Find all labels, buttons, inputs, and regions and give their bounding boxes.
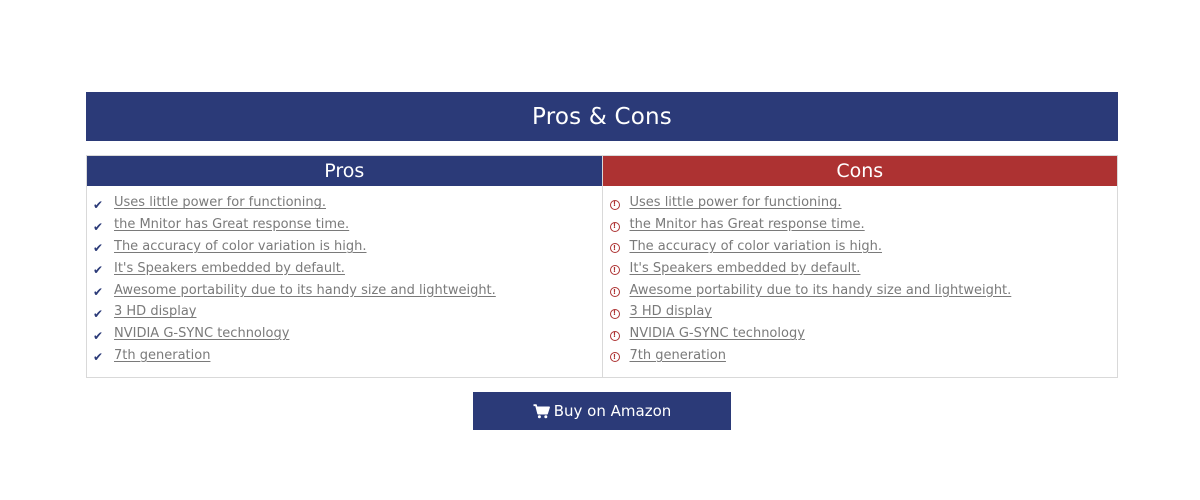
cons-list-item: ! the Mnitor has Great response time. <box>609 214 1118 236</box>
cons-item-link[interactable]: The accuracy of color variation is high. <box>630 239 883 254</box>
cons-list: ! Uses little power for functioning. ! the… <box>603 186 1118 366</box>
warning-circle-icon: ! <box>609 241 630 254</box>
warning-circle-icon: ! <box>609 307 630 319</box>
pros-list-item: ✔ Uses little power for functioning. <box>93 192 602 214</box>
cons-list-item: ! 3 HD display <box>609 301 1118 323</box>
check-icon: ✔ <box>93 219 104 234</box>
pros-item-link[interactable]: Awesome portability due to its handy siz… <box>114 283 496 298</box>
warning-circle-icon: ! <box>609 329 630 341</box>
cons-heading: Cons <box>602 156 1117 186</box>
warning-circle-icon: ! <box>609 350 630 363</box>
cart-icon <box>533 403 550 419</box>
check-icon: ✔ <box>93 197 104 212</box>
cons-item-link[interactable]: It's Speakers embedded by default. <box>630 261 861 276</box>
cons-list-item: ! It's Speakers embedded by default. <box>609 257 1118 279</box>
pros-list-item: ✔ 3 HD display <box>93 301 602 323</box>
pros-item-link[interactable]: NVIDIA G-SYNC technology <box>114 326 289 341</box>
pros-cons-table: Pros ✔ Uses little power for functioning.… <box>86 155 1118 378</box>
pros-cons-box: Pros & Cons Pros ✔ Uses little power for … <box>86 92 1118 430</box>
pros-list-item: ✔ NVIDIA G-SYNC technology <box>93 323 602 345</box>
warning-circle-icon: ! <box>609 285 630 298</box>
buy-button-label: Buy on Amazon <box>553 402 672 420</box>
pros-list-item: ✔ Awesome portability due to its handy si… <box>93 279 602 301</box>
pros-heading: Pros <box>87 156 602 186</box>
buy-on-amazon-button[interactable]: Buy on Amazon <box>473 392 731 430</box>
check-icon: ✔ <box>93 328 104 343</box>
pros-cons-banner: Pros & Cons <box>86 92 1118 141</box>
pros-list-item: ✔ It's Speakers embedded by default. <box>93 257 602 279</box>
pros-item-link[interactable]: the Mnitor has Great response time. <box>114 217 349 232</box>
check-icon: ✔ <box>93 306 104 321</box>
cons-heading-label: Cons <box>836 160 884 182</box>
pros-list-item: ✔ 7th generation <box>93 345 602 367</box>
check-icon: ✔ <box>93 263 104 278</box>
pros-item-link[interactable]: The accuracy of color variation is high. <box>114 239 367 254</box>
cons-item-link[interactable]: 3 HD display <box>630 304 712 319</box>
pros-list: ✔ Uses little power for functioning. ✔ the… <box>87 186 602 366</box>
warning-circle-icon: ! <box>609 220 630 232</box>
pros-list-item: ✔ the Mnitor has Great response time. <box>93 214 602 236</box>
pros-heading-label: Pros <box>324 160 365 182</box>
banner-title: Pros & Cons <box>532 103 672 130</box>
cons-column: Cons ! Uses little power for functioning.… <box>601 156 1118 377</box>
pros-column: Pros ✔ Uses little power for functioning.… <box>87 156 602 377</box>
warning-circle-icon: ! <box>609 263 630 276</box>
cons-list-item: ! The accuracy of color variation is high… <box>609 236 1118 258</box>
cons-list-item: ! 7th generation <box>609 345 1118 367</box>
cons-item-link[interactable]: the Mnitor has Great response time. <box>630 217 865 232</box>
buy-button-row: Buy on Amazon <box>86 392 1118 430</box>
cons-list-item: ! Awesome portability due to its handy si… <box>609 279 1118 301</box>
pros-item-link[interactable]: 3 HD display <box>114 304 196 319</box>
check-icon: ✔ <box>93 241 104 256</box>
cons-item-link[interactable]: 7th generation <box>630 348 726 363</box>
cons-item-link[interactable]: Uses little power for functioning. <box>630 195 842 210</box>
warning-circle-icon: ! <box>609 198 630 210</box>
pros-item-link[interactable]: Uses little power for functioning. <box>114 195 326 210</box>
cons-item-link[interactable]: Awesome portability due to its handy siz… <box>630 283 1012 298</box>
cons-list-item: ! Uses little power for functioning. <box>609 192 1118 214</box>
pros-list-item: ✔ The accuracy of color variation is high… <box>93 236 602 258</box>
check-icon: ✔ <box>93 285 104 300</box>
pros-item-link[interactable]: It's Speakers embedded by default. <box>114 261 345 276</box>
cons-list-item: ! NVIDIA G-SYNC technology <box>609 323 1118 345</box>
pros-item-link[interactable]: 7th generation <box>114 348 210 363</box>
cons-item-link[interactable]: NVIDIA G-SYNC technology <box>630 326 805 341</box>
check-icon: ✔ <box>93 350 104 365</box>
